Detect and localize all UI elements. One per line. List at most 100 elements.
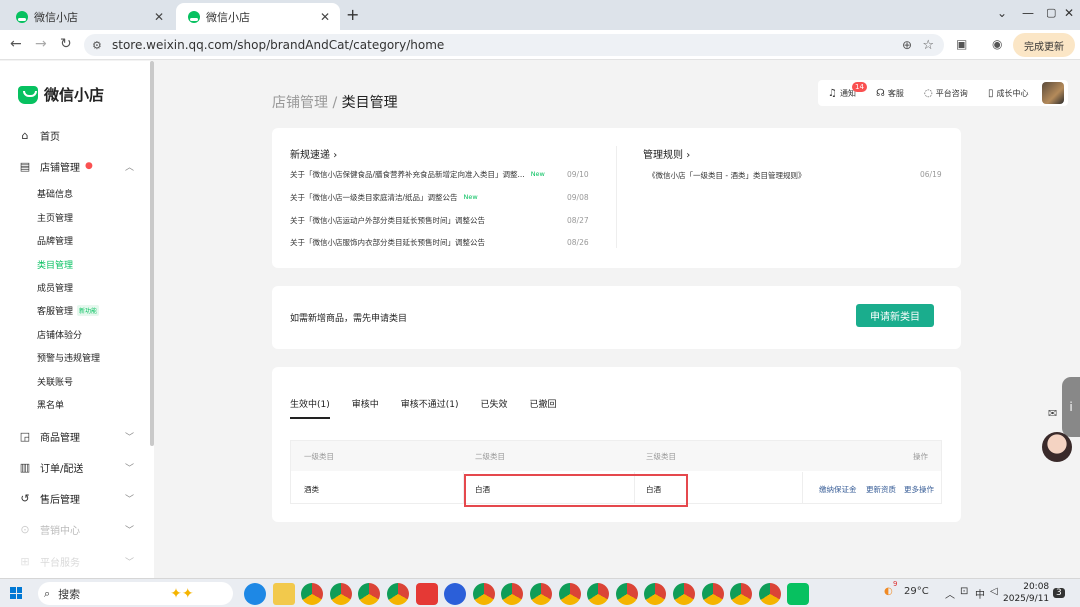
weather-temp[interactable]: 29°C — [904, 586, 929, 597]
chrome-icon[interactable] — [558, 583, 581, 605]
browser-tab-active[interactable]: 微信小店 ✕ — [176, 3, 340, 30]
app-icon[interactable] — [444, 583, 467, 605]
sidebar-subitem-homepage[interactable]: 主页管理 — [37, 210, 73, 224]
chevron-up-icon[interactable]: ︿ — [945, 586, 955, 601]
assistant-avatar[interactable] — [1042, 432, 1072, 462]
file-explorer-icon[interactable] — [272, 583, 295, 605]
sidebar-item-after-sales[interactable]: ↺ 售后管理 ﹀ — [18, 489, 138, 507]
sidebar-scrollbar[interactable] — [150, 61, 154, 446]
reload-icon[interactable]: ↻ — [60, 36, 72, 52]
wps-icon[interactable] — [415, 583, 438, 605]
bookmark-star-icon[interactable]: ☆ — [922, 38, 934, 53]
rules-title-link[interactable]: 管理规则 › — [643, 146, 690, 161]
chrome-icon[interactable] — [730, 583, 753, 605]
chrome-icon[interactable] — [672, 583, 695, 605]
extension-icon[interactable]: ▣ — [956, 37, 967, 51]
maximize-button[interactable]: ▢ — [1046, 6, 1056, 19]
weather-icon[interactable]: ◐ — [884, 586, 893, 597]
forward-arrow-icon[interactable]: → — [35, 36, 47, 52]
chrome-icon[interactable] — [501, 583, 524, 605]
complete-update-button[interactable]: 完成更新 — [1013, 33, 1075, 57]
news-item[interactable]: 关于「微信小店一级类目家庭清洁/纸品」调整公告 New — [290, 190, 590, 204]
ime-icon[interactable]: ⊡ — [960, 586, 968, 597]
sidebar-subitem-experience-score[interactable]: 店铺体验分 — [37, 327, 82, 341]
sidebar-subitem-blacklist[interactable]: 黑名单 — [37, 397, 64, 411]
close-tab-icon[interactable]: ✕ — [154, 10, 164, 24]
sidebar-item-goods[interactable]: ◲ 商品管理 ﹀ — [18, 427, 138, 445]
rule-item[interactable]: 《微信小店「一级类目 - 酒类」类目管理规则》 — [648, 170, 805, 181]
divider — [616, 146, 617, 248]
pay-deposit-link[interactable]: 缴纳保证金 — [819, 484, 857, 495]
tab-active[interactable]: 生效中(1) — [290, 397, 330, 419]
close-tab-icon[interactable]: ✕ — [320, 10, 330, 24]
tab-expired[interactable]: 已失效 — [481, 397, 508, 419]
sidebar-item-label: 订单/配送 — [40, 463, 84, 475]
sidebar-item-platform[interactable]: ⊞ 平台服务 ﹀ — [18, 552, 138, 570]
app-logo[interactable]: 微信小店 — [18, 84, 104, 105]
chrome-icon[interactable] — [358, 583, 381, 605]
sidebar-item-home[interactable]: ⌂ 首页 — [18, 126, 138, 144]
url-text[interactable]: store.weixin.qq.com/shop/brandAndCat/cat… — [112, 38, 444, 52]
chrome-icon[interactable] — [587, 583, 610, 605]
sidebar-subitem-category[interactable]: 类目管理 — [37, 257, 73, 271]
chevron-down-icon: ﹀ — [124, 494, 134, 505]
notification-count[interactable]: 3 — [1053, 588, 1065, 598]
url-bar[interactable]: ⚙ store.weixin.qq.com/shop/brandAndCat/c… — [84, 34, 944, 56]
address-bar-row: ← → ↻ ⚙ store.weixin.qq.com/shop/brandAn… — [0, 30, 1080, 60]
back-arrow-icon[interactable]: ← — [10, 36, 22, 52]
tab-rejected[interactable]: 审核不通过(1) — [401, 397, 459, 419]
sidebar-item-marketing[interactable]: ⊙ 营销中心 ﹀ — [18, 520, 138, 538]
chrome-icon[interactable] — [329, 583, 352, 605]
edge-icon[interactable] — [244, 583, 266, 605]
message-icon[interactable]: ✉ — [1048, 407, 1057, 420]
growth-center-button[interactable]: ▯ 成长中心 — [988, 88, 1029, 99]
sidebar-subitem-basic-info[interactable]: 基础信息 — [37, 186, 73, 200]
chrome-icon[interactable] — [386, 583, 409, 605]
side-panel-toggle[interactable]: ⅰ — [1062, 377, 1080, 437]
sidebar-subitem-members[interactable]: 成员管理 — [37, 280, 73, 294]
news-item[interactable]: 关于「微信小店保健食品/膳食营养补充食品新增定向准入类目」调整... New — [290, 167, 590, 181]
sidebar-item-shop-manage[interactable]: ▤ 店铺管理 ● ︿ — [18, 157, 138, 175]
taskbar-search[interactable]: ⌕ 搜索 ✦✦ — [38, 582, 233, 605]
update-qualification-link[interactable]: 更新资质 — [866, 484, 896, 495]
clock[interactable]: 20:08 2025/9/11 — [1003, 581, 1049, 605]
sidebar-subitem-warnings[interactable]: 预警与违规管理 — [37, 350, 100, 364]
chevron-down-icon: ﹀ — [124, 432, 134, 443]
wechat-icon[interactable] — [787, 583, 810, 605]
chrome-icon[interactable] — [472, 583, 495, 605]
new-tab-button[interactable]: + — [346, 5, 359, 24]
minimize-button[interactable]: — — [1022, 6, 1034, 20]
chrome-icon[interactable] — [529, 583, 552, 605]
zoom-icon[interactable]: ⊕ — [902, 38, 912, 52]
chrome-icon[interactable] — [701, 583, 724, 605]
windows-start-icon[interactable] — [10, 587, 22, 599]
tab-withdrawn[interactable]: 已撤回 — [530, 397, 557, 419]
platform-consult-button[interactable]: ◌ 平台咨询 — [924, 88, 968, 99]
tab-reviewing[interactable]: 审核中 — [352, 397, 379, 419]
speaker-icon[interactable]: ◁ — [990, 586, 998, 597]
breadcrumb-parent[interactable]: 店铺管理 — [272, 95, 328, 111]
sidebar-subitem-linked-accounts[interactable]: 关联账号 — [37, 374, 73, 388]
profile-icon[interactable]: ◉ — [992, 37, 1002, 51]
site-info-icon[interactable]: ⚙ — [92, 39, 106, 52]
wechat-shop-favicon-icon — [16, 10, 28, 23]
apply-new-category-button[interactable]: 申请新类目 — [856, 304, 934, 327]
close-window-button[interactable]: ✕ — [1064, 6, 1074, 20]
sidebar-subitem-customer-service[interactable]: 客服管理 新功能 — [37, 303, 100, 317]
sidebar-item-orders[interactable]: ▥ 订单/配送 ﹀ — [18, 458, 138, 476]
browser-tab[interactable]: 微信小店 ✕ — [4, 3, 174, 30]
chrome-icon[interactable] — [301, 583, 324, 605]
ime-label[interactable]: 中 — [975, 586, 985, 601]
chrome-icon[interactable] — [758, 583, 781, 605]
tab-search-chevron-icon[interactable]: ⌄ — [997, 6, 1007, 20]
chrome-icon[interactable] — [615, 583, 638, 605]
news-item[interactable]: 关于「微信小店服饰内衣部分类目延长预售时间」调整公告 — [290, 235, 590, 249]
clock-time: 20:08 — [1023, 582, 1050, 592]
news-item[interactable]: 关于「微信小店运动户外部分类目延长预售时间」调整公告 — [290, 213, 590, 227]
news-title-link[interactable]: 新规速递 › — [290, 146, 337, 161]
chrome-icon[interactable] — [644, 583, 667, 605]
sidebar-subitem-brand[interactable]: 品牌管理 — [37, 233, 73, 247]
customer-service-button[interactable]: ☊ 客服 — [876, 88, 904, 99]
more-actions-link[interactable]: 更多操作 — [904, 484, 934, 495]
avatar[interactable] — [1042, 82, 1064, 104]
